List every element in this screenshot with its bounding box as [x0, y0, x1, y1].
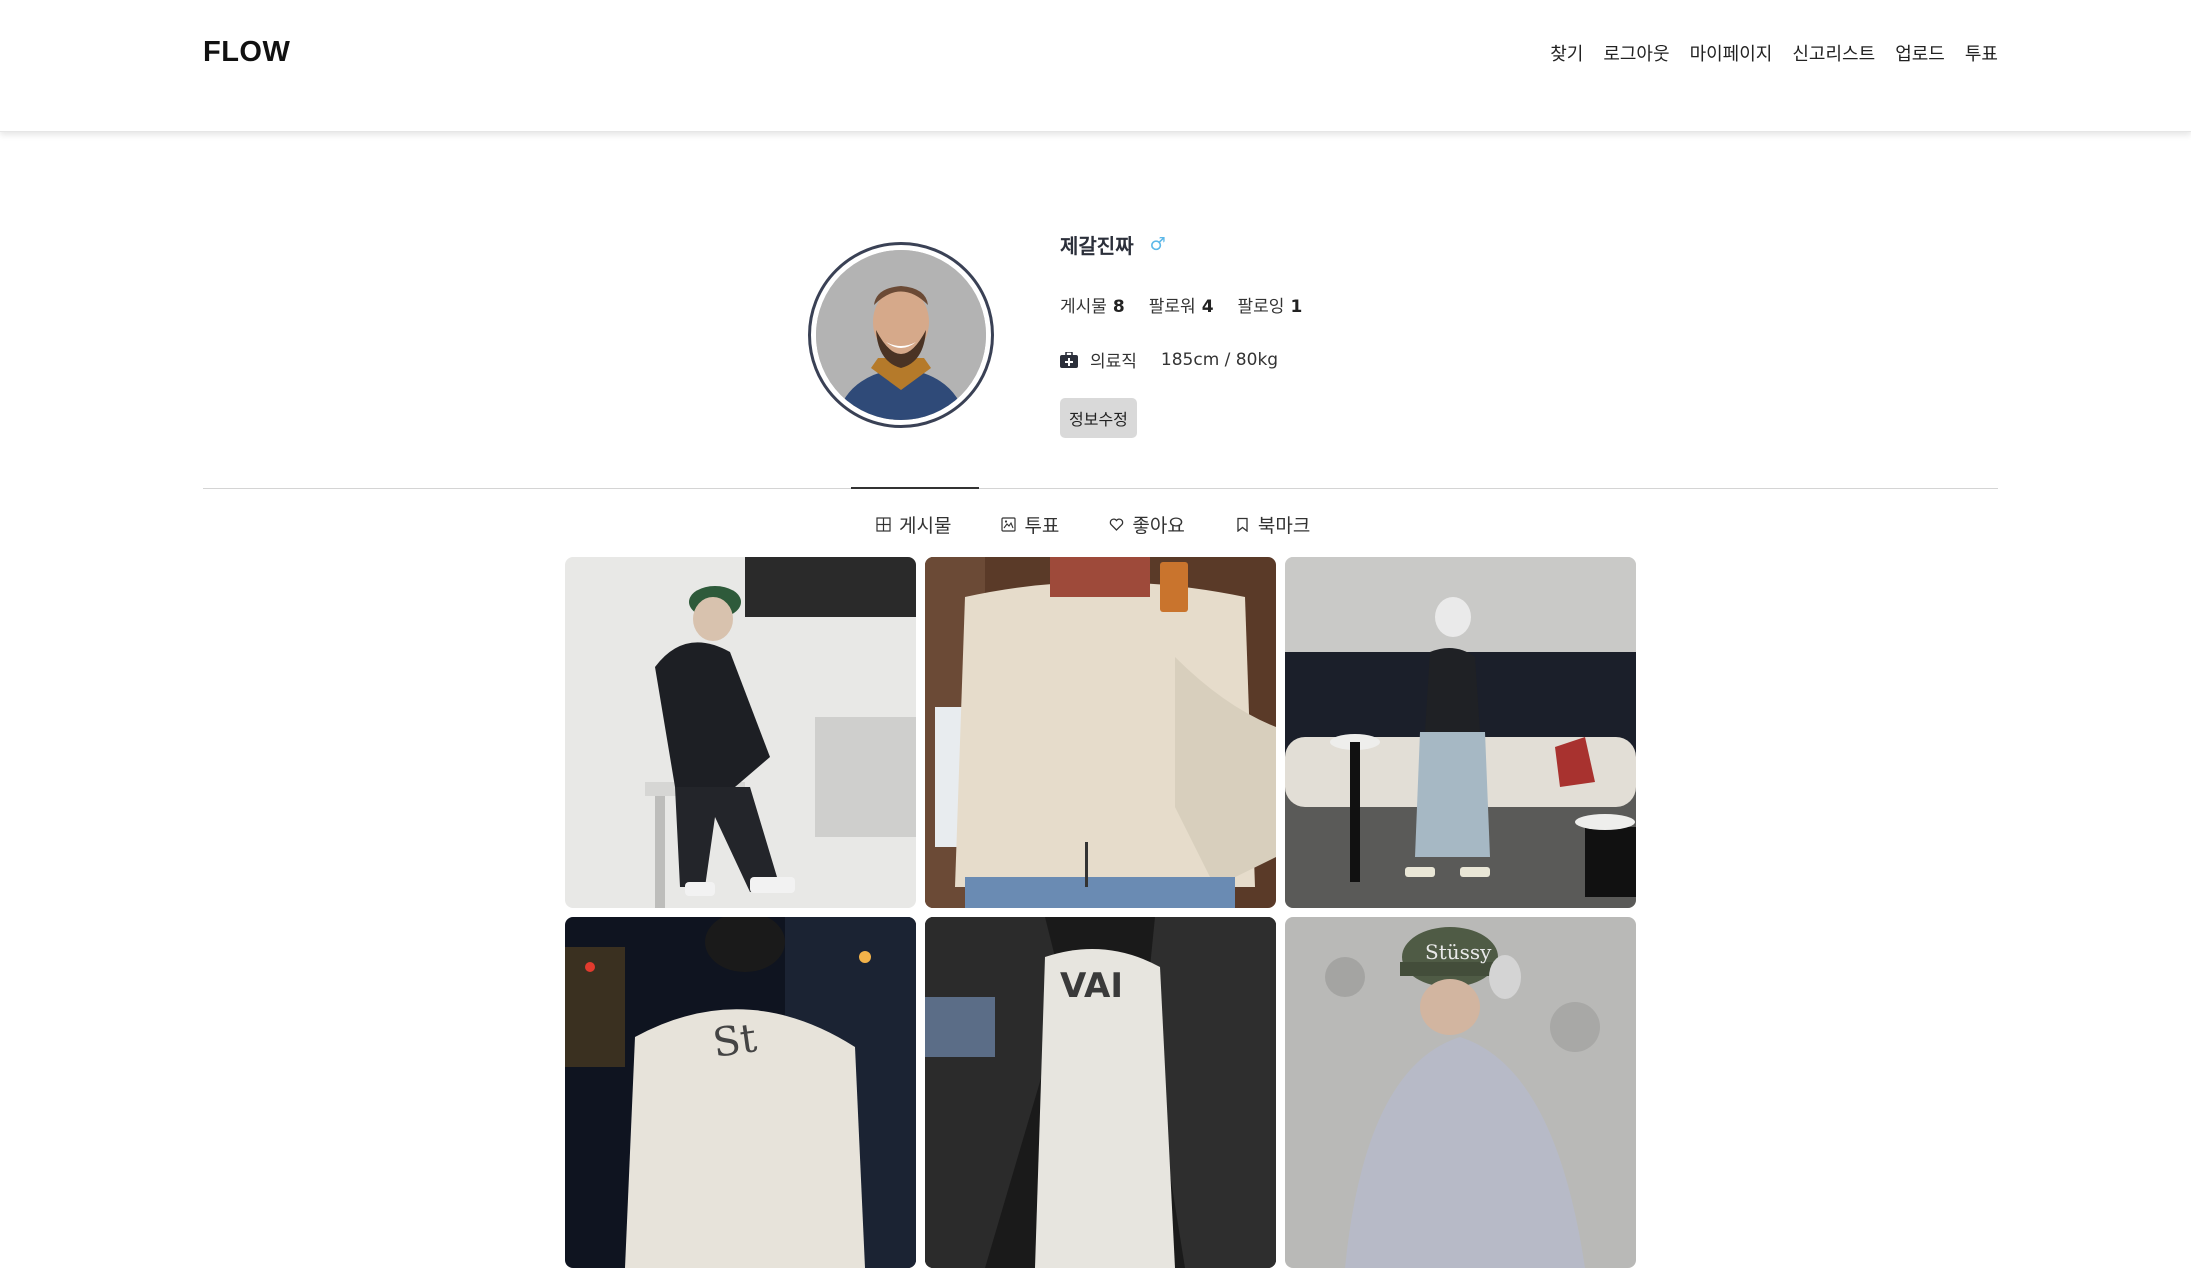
- avatar-image: [816, 250, 986, 420]
- svg-text:St: St: [710, 1015, 759, 1067]
- post-thumbnail[interactable]: St: [565, 917, 916, 1268]
- post-thumbnail[interactable]: [565, 557, 916, 908]
- tab-vote-label: 투표: [1024, 515, 1060, 537]
- stat-followers-label: 팔로워: [1148, 297, 1196, 317]
- svg-text:Stüssy: Stüssy: [1425, 940, 1492, 964]
- tab-posts-label: 게시물: [899, 515, 952, 537]
- nav-find[interactable]: 찾기: [1550, 40, 1583, 66]
- stat-posts[interactable]: 게시물 8: [1060, 292, 1125, 317]
- logo[interactable]: FLOW: [203, 36, 290, 69]
- stat-following-label: 팔로잉: [1237, 297, 1285, 317]
- heart-icon: [1110, 518, 1124, 531]
- body-stats: 185cm / 80kg: [1160, 349, 1279, 370]
- grid-icon: [876, 517, 891, 532]
- job-row: 의료직 185cm / 80kg: [1060, 347, 1302, 372]
- stat-followers-count: 4: [1201, 297, 1214, 317]
- tab-bookmarks[interactable]: 북마크: [1235, 511, 1310, 538]
- stat-followers[interactable]: 팔로워 4: [1149, 292, 1214, 317]
- stat-posts-count: 8: [1112, 297, 1125, 317]
- post-image: [565, 557, 916, 908]
- active-tab-indicator: [851, 487, 979, 489]
- post-thumbnail[interactable]: VAI: [925, 917, 1276, 1268]
- tab-vote[interactable]: 투표: [1001, 511, 1059, 538]
- post-image: [925, 557, 1276, 908]
- tab-divider: [203, 488, 1998, 489]
- nav-report-list[interactable]: 신고리스트: [1792, 40, 1875, 66]
- medical-kit-icon: [1060, 351, 1078, 368]
- svg-text:VAI: VAI: [1060, 966, 1123, 1006]
- post-image: VAI: [925, 917, 1276, 1268]
- tab-bookmarks-label: 북마크: [1257, 515, 1311, 537]
- edit-profile-button[interactable]: 정보수정: [1060, 398, 1137, 438]
- stat-following-count: 1: [1290, 297, 1303, 317]
- main-nav: 찾기 로그아웃 마이페이지 신고리스트 업로드 투표: [1550, 40, 1998, 66]
- nav-vote[interactable]: 투표: [1965, 40, 1998, 66]
- nav-logout[interactable]: 로그아웃: [1603, 40, 1669, 66]
- tab-likes-label: 좋아요: [1132, 515, 1185, 537]
- tab-likes[interactable]: 좋아요: [1109, 511, 1185, 538]
- post-grid: St VAI Stüssy: [565, 557, 1636, 1268]
- nav-upload[interactable]: 업로드: [1895, 40, 1945, 66]
- top-header: FLOW 찾기 로그아웃 마이페이지 신고리스트 업로드 투표: [0, 0, 2191, 132]
- post-thumbnail[interactable]: [925, 557, 1276, 908]
- username-row: 제갈진짜 ♂: [1060, 230, 1302, 259]
- stat-posts-label: 게시물: [1060, 297, 1107, 317]
- avatar: [808, 242, 994, 428]
- post-image: Stüssy: [1285, 917, 1636, 1268]
- job-label: 의료직: [1090, 352, 1137, 372]
- post-image: St: [565, 917, 916, 1268]
- post-image: [1285, 557, 1636, 908]
- stat-following[interactable]: 팔로잉 1: [1238, 292, 1303, 317]
- post-thumbnail[interactable]: Stüssy: [1285, 917, 1636, 1268]
- post-thumbnail[interactable]: [1285, 557, 1636, 908]
- username: 제갈진짜: [1060, 234, 1134, 258]
- bookmark-icon: [1237, 517, 1248, 532]
- profile-info: 제갈진짜 ♂ 게시물 8 팔로워 4 팔로잉 1 의료직 185cm / 80kg 정…: [1060, 230, 1302, 438]
- image-icon: [1001, 517, 1017, 532]
- male-icon: ♂: [1149, 234, 1166, 255]
- profile-stats: 게시물 8 팔로워 4 팔로잉 1: [1060, 292, 1302, 317]
- avatar-photo: [816, 250, 986, 420]
- nav-mypage[interactable]: 마이페이지: [1690, 40, 1773, 66]
- tab-posts[interactable]: 게시물: [876, 511, 951, 538]
- profile-tabs: 게시물 투표 좋아요 북마크: [876, 511, 1310, 538]
